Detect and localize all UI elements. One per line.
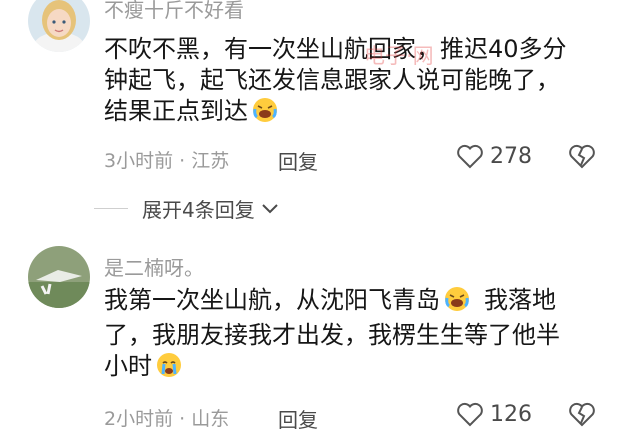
expand-replies-label: 展开4条回复 bbox=[142, 198, 255, 222]
username[interactable]: 不瘦十斤不好看 bbox=[104, 0, 244, 23]
comment-line: 不吹不黑，有一次坐山航回家，推迟40多分 bbox=[104, 35, 567, 63]
location: 江苏 bbox=[191, 150, 230, 172]
heart-icon bbox=[457, 402, 483, 427]
chevron-down-icon bbox=[262, 203, 278, 213]
like-count: 278 bbox=[490, 143, 532, 169]
comment-line-text: 我落地 bbox=[484, 286, 556, 314]
location: 山东 bbox=[191, 408, 230, 430]
reply-button[interactable]: 回复 bbox=[278, 146, 318, 175]
crying-laugh-emoji bbox=[252, 97, 278, 131]
timestamp: 3小时前 bbox=[104, 150, 174, 172]
timestamp: 2小时前 bbox=[104, 408, 174, 430]
comment-line: 我第一次坐山航，从沈阳飞青岛 我落地 bbox=[104, 285, 604, 320]
expand-replies-button[interactable]: 展开4条回复 bbox=[94, 194, 279, 223]
comment-text: 我第一次坐山航，从沈阳飞青岛 我落地 了，我朋友接我才出发，我楞生生等了他半 小… bbox=[104, 285, 604, 386]
like-button[interactable]: 278 bbox=[456, 143, 532, 169]
comment-line: 钟起飞，起飞还发信息跟家人说可能晚了， bbox=[104, 65, 604, 96]
comment-line-text: 我第一次坐山航，从沈阳飞青岛 bbox=[104, 286, 440, 314]
like-count: 126 bbox=[490, 401, 532, 427]
comment-line-text: 小时 bbox=[104, 352, 152, 380]
reply-button[interactable]: 回复 bbox=[278, 404, 318, 433]
comment-line-text: 钟起飞，起飞还发信息跟家人说可能晚了， bbox=[104, 66, 560, 94]
comment-line-text: 结果正点到达 bbox=[104, 97, 248, 125]
comment-text: 不吹不黑，有一次坐山航回家，推迟40多分 钟起飞，起飞还发信息跟家人说可能晚了，… bbox=[104, 34, 604, 131]
avatar[interactable] bbox=[28, 0, 90, 52]
dislike-button[interactable] bbox=[568, 143, 596, 173]
broken-heart-icon bbox=[569, 402, 595, 427]
like-button[interactable]: 126 bbox=[456, 401, 532, 427]
meta-separator: · bbox=[179, 408, 186, 430]
comment-meta: 2小时前 · 山东 bbox=[104, 404, 229, 431]
comment-meta: 3小时前 · 江苏 bbox=[104, 146, 229, 173]
comment-line: 结果正点到达 bbox=[104, 96, 604, 131]
divider bbox=[94, 208, 128, 209]
avatar[interactable] bbox=[28, 246, 90, 308]
broken-heart-icon bbox=[569, 144, 595, 169]
watermark: 电子·网 bbox=[364, 44, 434, 68]
comment-line: 了，我朋友接我才出发，我楞生生等了他半 bbox=[104, 321, 560, 349]
crying-emoji bbox=[156, 352, 182, 386]
username[interactable]: 是二楠呀。 bbox=[104, 252, 204, 281]
crying-laugh-emoji bbox=[444, 286, 470, 320]
meta-separator: · bbox=[179, 150, 186, 172]
dislike-button[interactable] bbox=[568, 401, 596, 431]
comment-line: 小时 bbox=[104, 351, 604, 386]
heart-icon bbox=[457, 144, 483, 169]
